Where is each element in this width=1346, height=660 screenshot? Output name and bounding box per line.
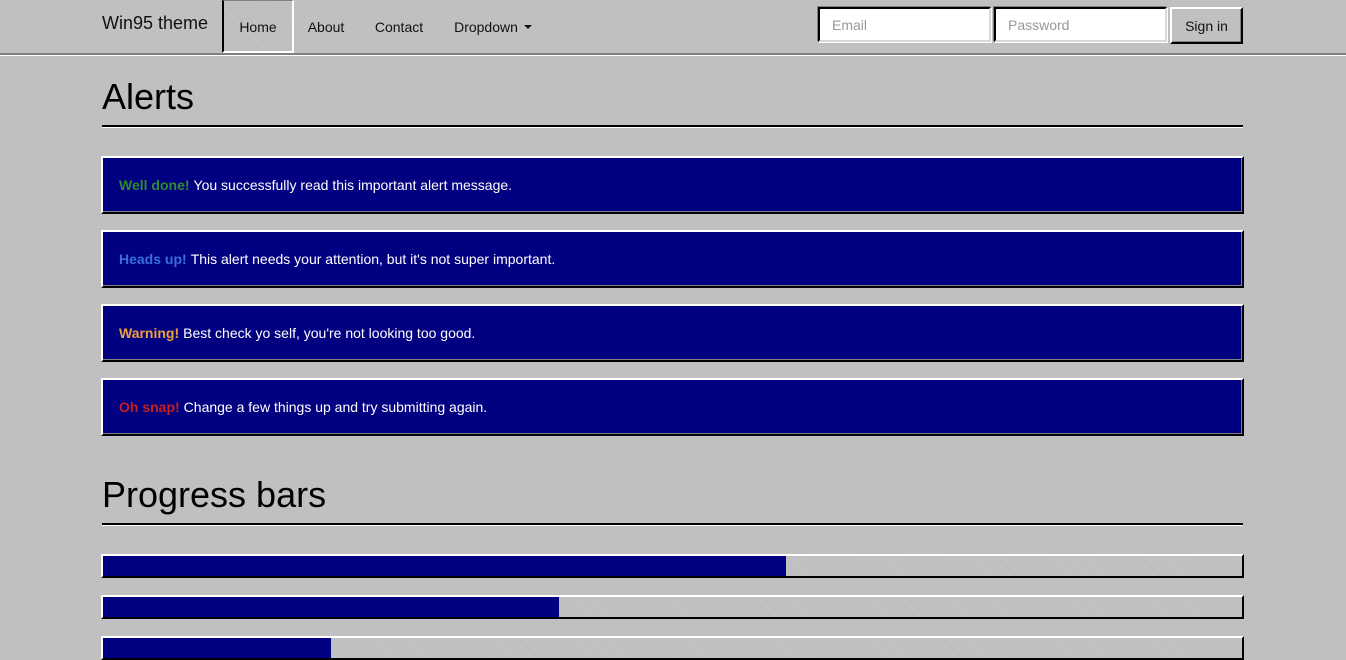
- alerts-divider: [102, 125, 1243, 128]
- nav-home[interactable]: Home: [222, 0, 294, 53]
- progress-fill: [103, 597, 559, 617]
- alert-success-strong: Well done!: [119, 177, 190, 193]
- nav-dropdown-label: Dropdown: [454, 18, 518, 35]
- alert-danger: Oh snap! Change a few things up and try …: [101, 378, 1244, 436]
- signin-button[interactable]: Sign in: [1170, 7, 1243, 44]
- alert-danger-strong: Oh snap!: [119, 399, 180, 415]
- navbar: Win95 theme Home About Contact Dropdown …: [0, 0, 1346, 55]
- alert-info: Heads up! This alert needs your attentio…: [101, 230, 1244, 288]
- nav-contact[interactable]: Contact: [366, 0, 432, 53]
- nav-contact-label: Contact: [374, 18, 424, 35]
- progress-fill: [103, 556, 787, 576]
- alert-danger-text: Change a few things up and try submittin…: [183, 399, 488, 415]
- progress-bar: [101, 636, 1244, 660]
- nav-dropdown[interactable]: Dropdown: [446, 0, 540, 53]
- progress-divider: [102, 523, 1243, 526]
- nav-about[interactable]: About: [298, 0, 354, 53]
- alert-warning-text: Best check yo self, you're not looking t…: [183, 325, 476, 341]
- progress-bar: [101, 595, 1244, 619]
- brand-title[interactable]: Win95 theme: [102, 13, 208, 34]
- alert-success: Well done! You successfully read this im…: [101, 156, 1244, 214]
- email-field[interactable]: [818, 7, 991, 42]
- alert-warning-strong: Warning!: [119, 325, 180, 341]
- nav-about-label: About: [307, 18, 345, 35]
- alert-success-text: You successfully read this important ale…: [193, 177, 513, 193]
- alert-info-text: This alert needs your attention, but it'…: [190, 251, 556, 267]
- password-field[interactable]: [994, 7, 1167, 42]
- alerts-heading: Alerts: [102, 76, 195, 117]
- caret-down-icon: [523, 24, 532, 29]
- progress-heading: Progress bars: [102, 474, 327, 515]
- progress-fill: [103, 638, 331, 658]
- alert-info-strong: Heads up!: [119, 251, 187, 267]
- nav-home-label: Home: [239, 19, 277, 35]
- alert-warning: Warning! Best check yo self, you're not …: [101, 304, 1244, 362]
- progress-bar: [101, 554, 1244, 578]
